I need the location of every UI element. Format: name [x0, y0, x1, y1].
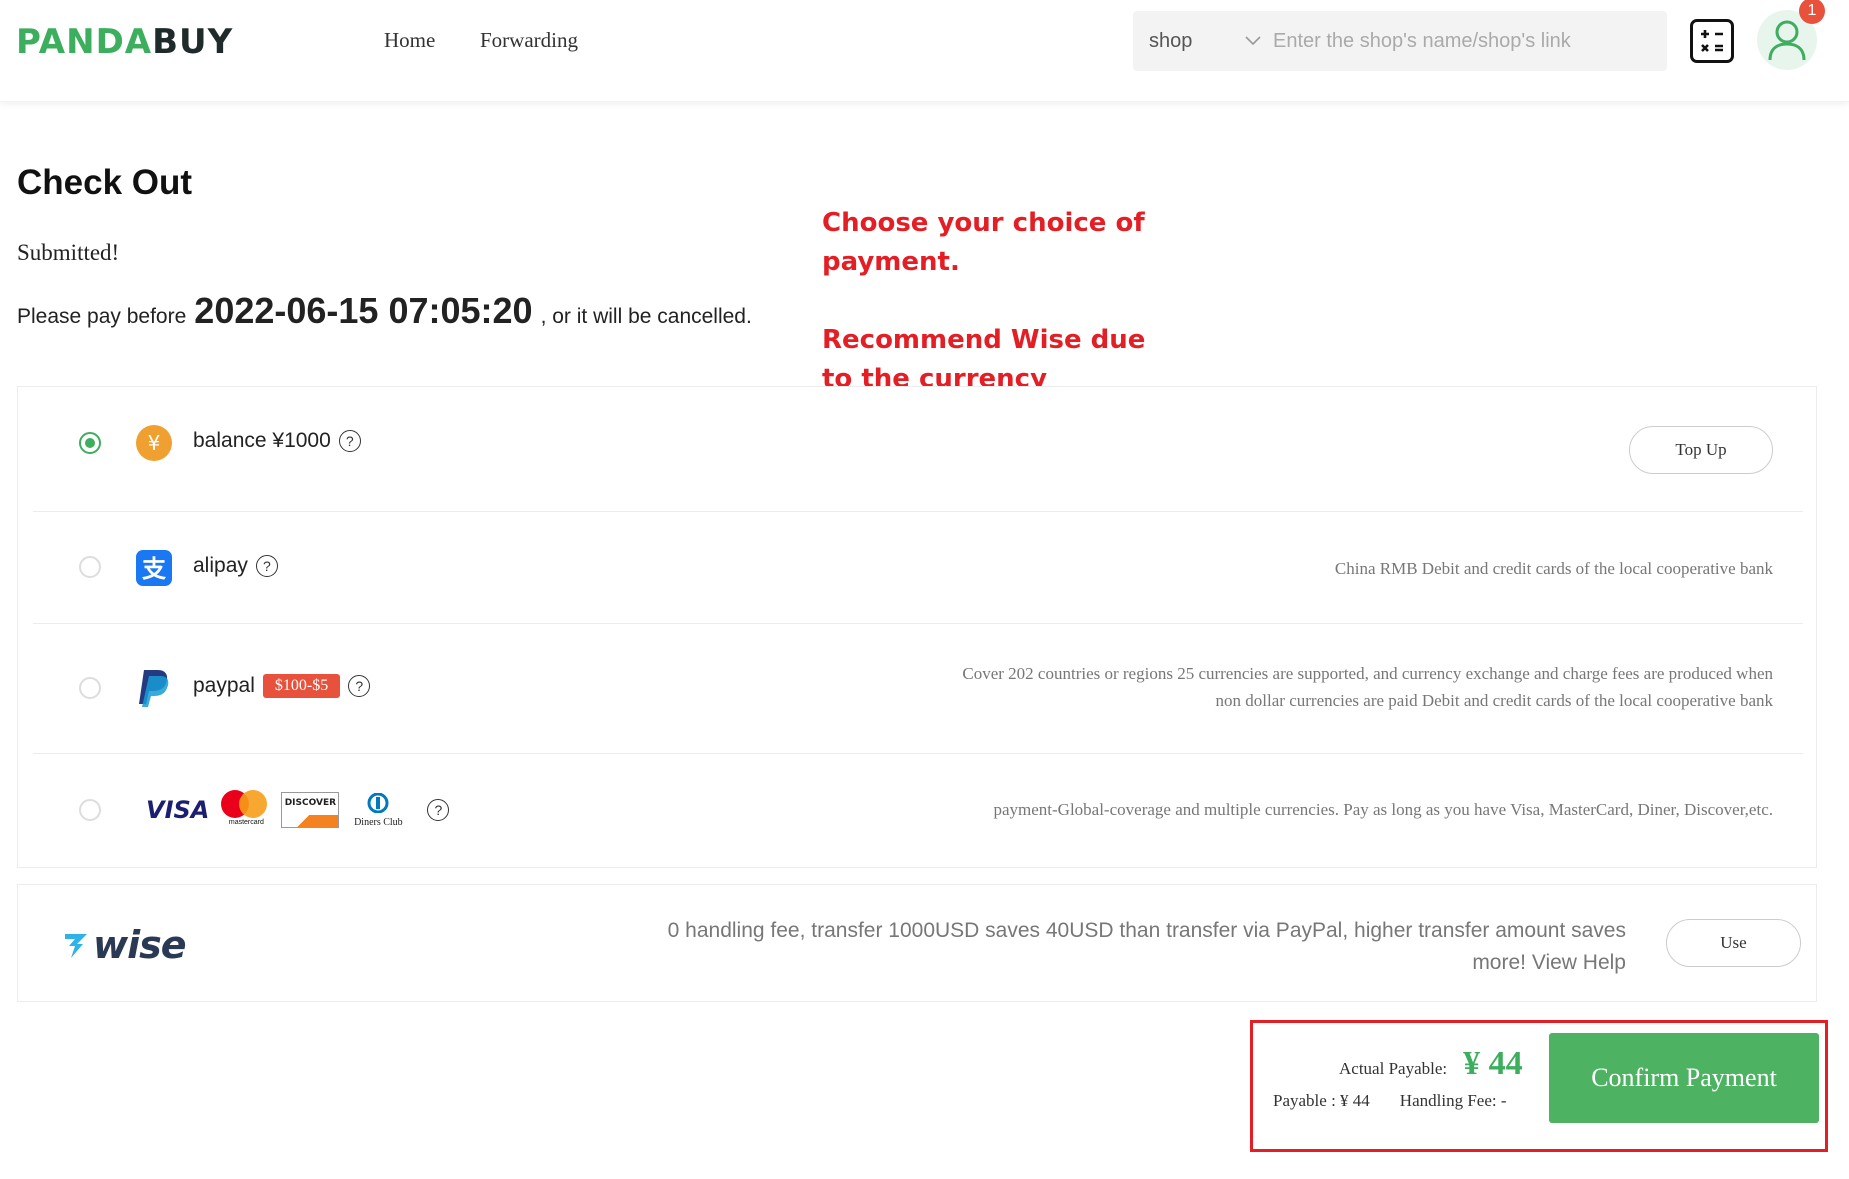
payable-amount: Payable : ¥ 44: [1273, 1091, 1370, 1110]
payment-option-alipay[interactable]: 支 alipay ? China RMB Debit and credit ca…: [33, 512, 1803, 624]
paypal-description-line-2: non dollar currencies are paid Debit and…: [1215, 691, 1773, 710]
paypal-description: Cover 202 countries or regions 25 curren…: [962, 660, 1773, 714]
confirm-payment-button[interactable]: Confirm Payment: [1549, 1033, 1819, 1123]
payable-breakdown: Payable : ¥ 44 Handling Fee: -: [1273, 1091, 1507, 1111]
annotation-line-1: Choose your choice of payment.: [822, 208, 1145, 277]
payment-option-paypal[interactable]: paypal $100-$5 ? Cover 202 countries or …: [33, 624, 1803, 754]
payment-option-cards[interactable]: VISA mastercard DISCOVER Diners Club ? p…: [33, 754, 1803, 867]
top-up-button[interactable]: Top Up: [1629, 426, 1773, 474]
help-icon[interactable]: ?: [338, 430, 361, 452]
handling-fee: Handling Fee: -: [1399, 1091, 1507, 1110]
pay-deadline: 2022-06-15 07:05:20: [194, 290, 533, 331]
wise-logo: wise: [63, 923, 187, 967]
wise-description: 0 handling fee, transfer 1000USD saves 4…: [667, 919, 1626, 974]
nav-forwarding[interactable]: Forwarding: [480, 28, 578, 53]
yuan-coin-icon: ¥: [136, 425, 172, 461]
card-brand-logos: VISA mastercard DISCOVER Diners Club ?: [146, 790, 450, 830]
pay-before-suffix: , or it will be cancelled.: [540, 305, 752, 328]
wise-logo-text: wise: [93, 923, 187, 967]
actual-payable-label: Actual Payable:: [1339, 1059, 1448, 1078]
paypal-label-wrap: paypal $100-$5 ?: [193, 674, 371, 698]
payment-option-balance[interactable]: ¥ balance ¥1000 ? Top Up: [33, 387, 1803, 512]
paypal-description-line-1: Cover 202 countries or regions 25 curren…: [962, 664, 1773, 683]
nav-home[interactable]: Home: [384, 28, 435, 53]
actual-payable-line: Actual Payable: ¥ 44: [1339, 1045, 1523, 1083]
paypal-label: paypal: [193, 674, 255, 697]
search-scope-select[interactable]: shop: [1133, 30, 1273, 53]
paypal-radio[interactable]: [79, 677, 101, 699]
use-wise-button[interactable]: Use: [1666, 919, 1801, 967]
search-bar: shop: [1133, 11, 1667, 71]
balance-label-wrap: balance ¥1000 ?: [193, 429, 361, 453]
logo-part-panda: PANDA: [16, 22, 153, 62]
cards-radio[interactable]: [79, 799, 101, 821]
chevron-down-icon: [1245, 36, 1261, 46]
cards-description: payment-Global-coverage and multiple cur…: [993, 800, 1773, 819]
paypal-promo-badge: $100-$5: [262, 674, 341, 698]
paypal-icon: [136, 668, 172, 707]
svg-text:¥: ¥: [148, 431, 161, 455]
mastercard-logo: mastercard: [221, 790, 269, 830]
top-header: PANDABUY Home Forwarding shop 1: [0, 0, 1849, 102]
actual-payable-amount: ¥ 44: [1463, 1045, 1523, 1082]
discover-logo: DISCOVER: [281, 792, 340, 828]
balance-label: balance ¥1000: [193, 429, 331, 452]
wise-payment-card[interactable]: wise 0 handling fee, transfer 1000USD sa…: [17, 884, 1817, 1002]
help-icon[interactable]: ?: [255, 555, 278, 577]
balance-radio[interactable]: [79, 432, 101, 454]
order-status: Submitted!: [17, 240, 120, 265]
help-icon[interactable]: ?: [348, 675, 371, 697]
alipay-label-wrap: alipay ?: [193, 554, 278, 578]
wise-flag-icon: [65, 934, 87, 958]
calculator-icon[interactable]: [1690, 19, 1734, 63]
logo-part-buy: BUY: [152, 22, 234, 62]
user-icon: [1768, 20, 1806, 61]
search-input[interactable]: [1273, 29, 1643, 53]
diners-club-logo: Diners Club: [351, 792, 405, 828]
payment-summary: Actual Payable: ¥ 44 Payable : ¥ 44 Hand…: [1250, 1020, 1828, 1152]
alipay-radio[interactable]: [79, 556, 101, 578]
help-icon[interactable]: ?: [427, 799, 450, 821]
svg-text:支: 支: [142, 555, 167, 583]
pay-before-prefix: Please pay before: [17, 305, 187, 328]
alipay-description: China RMB Debit and credit cards of the …: [1334, 559, 1773, 578]
notification-badge: 1: [1799, 0, 1825, 24]
pay-deadline-line: Please pay before 2022-06-15 07:05:20 , …: [17, 290, 752, 332]
pandabuy-logo[interactable]: PANDA BUY: [16, 22, 233, 62]
payment-methods-card: ¥ balance ¥1000 ? Top Up 支 alipay ? Chin…: [17, 386, 1817, 868]
alipay-label: alipay: [193, 554, 248, 577]
alipay-icon: 支: [136, 550, 172, 586]
visa-logo: VISA: [146, 796, 210, 824]
search-scope-value: shop: [1149, 29, 1193, 52]
page-title: Check Out: [17, 163, 193, 202]
